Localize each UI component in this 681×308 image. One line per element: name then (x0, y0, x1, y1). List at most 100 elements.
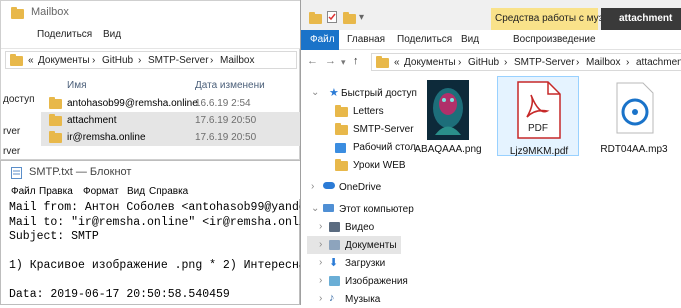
breadcrumb-github[interactable]: GitHub (102, 55, 133, 66)
nav-label: Видео (345, 222, 375, 233)
breadcrumb-sep: › (504, 57, 508, 68)
breadcrumb-overflow[interactable]: « (394, 57, 400, 68)
breadcrumb-sep: › (92, 55, 96, 66)
file-row-attachment[interactable]: attachment 17.6.19 20:50 (41, 112, 301, 129)
menu-format[interactable]: Формат (83, 186, 119, 197)
nav-video[interactable]: › Видео (307, 218, 401, 236)
chevron-right-icon[interactable]: › (319, 257, 322, 268)
navigation-pane: ⌄ ★ Быстрый доступ Letters SMTP-Server Р… (301, 76, 417, 308)
new-folder-icon[interactable] (343, 12, 356, 24)
notepad-titlebar[interactable]: SMTP.txt — Блокнот (1, 161, 301, 183)
properties-icon[interactable] (327, 11, 337, 23)
pdf-badge: PDF (528, 123, 548, 134)
nav-label: Документы (345, 240, 397, 251)
column-name-header[interactable]: Имя (67, 80, 86, 91)
attachment-titlebar[interactable]: ▾ Средства работы с музыкой attachment (301, 0, 681, 30)
folder-icon (49, 131, 62, 143)
folder-icon (335, 123, 348, 135)
file-tile-png[interactable]: ABAQAAA.png (407, 78, 489, 158)
nav-label: Уроки WEB (353, 160, 406, 171)
nav-onedrive[interactable]: › OneDrive (307, 178, 401, 196)
file-name: Ljz9MKM.pdf (509, 146, 569, 157)
menu-file[interactable]: Файл (11, 186, 36, 197)
menu-view[interactable]: Вид (127, 186, 145, 197)
breadcrumb-sep: › (458, 57, 462, 68)
breadcrumb-sep: › (576, 57, 580, 68)
nav-music[interactable]: › ♪ Музыка (307, 290, 401, 308)
chevron-right-icon[interactable]: › (319, 293, 322, 304)
desktop-icon (335, 143, 346, 153)
breadcrumb-attachment[interactable]: attachment (636, 57, 681, 68)
file-row[interactable]: antohasob99@remsha.online 16.6.19 2:54 (41, 95, 301, 112)
folder-icon (376, 56, 389, 68)
notepad-icon (11, 167, 22, 179)
file-row-name: attachment (67, 115, 117, 126)
folder-icon (309, 12, 322, 24)
nav-quick-access[interactable]: ⌄ ★ Быстрый доступ (307, 84, 417, 102)
breadcrumb-sep: › (138, 55, 142, 66)
tab-playback[interactable]: Воспроизведение (513, 34, 596, 45)
nav-letters[interactable]: Letters (307, 102, 401, 120)
folder-icon (335, 159, 348, 171)
file-row[interactable]: ir@remsha.online 17.6.19 20:50 (41, 129, 301, 146)
chevron-down-icon[interactable]: ⌄ (311, 203, 319, 214)
nav-web-lessons[interactable]: Уроки WEB (307, 156, 406, 174)
chevron-right-icon[interactable]: › (319, 275, 322, 286)
breadcrumb-smtp-server[interactable]: SMTP-Server (514, 57, 575, 68)
chevron-down-icon[interactable]: ⌄ (311, 87, 319, 98)
recent-dropdown-icon[interactable]: ▾ (341, 57, 346, 68)
nav-documents[interactable]: › Документы (307, 236, 401, 254)
breadcrumb-documents[interactable]: Документы (404, 57, 456, 68)
menu-edit[interactable]: Правка (39, 186, 73, 197)
file-tile-pdf[interactable]: PDF Ljz9MKM.pdf (497, 76, 579, 157)
nav-label: Изображения (345, 276, 408, 287)
nav-label: Музыка (345, 294, 381, 305)
tab-share[interactable]: Поделиться (37, 29, 92, 40)
breadcrumb-overflow[interactable]: « (28, 55, 34, 66)
mailbox-address-bar[interactable]: « Документы › GitHub › SMTP-Server › Mai… (5, 51, 297, 69)
breadcrumb-github[interactable]: GitHub (468, 57, 499, 68)
up-arrow-icon[interactable]: ↑ (353, 55, 359, 67)
audio-icon (616, 82, 654, 134)
nav-desktop[interactable]: Рабочий стол (307, 138, 416, 156)
back-arrow-icon[interactable]: ← (307, 55, 318, 67)
menu-help[interactable]: Справка (149, 186, 188, 197)
chevron-right-icon[interactable]: › (319, 239, 322, 250)
breadcrumb-smtp-server[interactable]: SMTP-Server (148, 55, 209, 66)
tab-home[interactable]: Главная (347, 34, 385, 45)
cloud-icon (323, 182, 335, 189)
nav-item-partial[interactable]: доступ (3, 94, 35, 105)
column-date-header[interactable]: Дата изменени (195, 80, 265, 91)
mailbox-titlebar[interactable]: Mailbox (1, 1, 301, 23)
tab-share[interactable]: Поделиться (397, 34, 452, 45)
file-name: ABAQAAA.png (414, 144, 482, 155)
address-bar[interactable]: « Документы › GitHub › SMTP-Server › Mai… (371, 53, 681, 71)
folder-icon (49, 97, 62, 109)
nav-label: Letters (353, 106, 384, 117)
nav-item-partial[interactable]: rver (3, 146, 20, 157)
file-row-name: antohasob99@remsha.online (67, 98, 198, 109)
file-name: RDT04AA.mp3 (600, 144, 668, 155)
nav-item-partial[interactable]: rver (3, 126, 20, 137)
quick-access-dropdown-icon[interactable]: ▾ (359, 12, 364, 23)
breadcrumb-documents[interactable]: Документы (38, 55, 90, 66)
chevron-right-icon[interactable]: › (311, 181, 314, 192)
attachment-window: ▾ Средства работы с музыкой attachment Ф… (300, 0, 681, 305)
tab-view[interactable]: Вид (461, 34, 479, 45)
breadcrumb-mailbox[interactable]: Mailbox (220, 55, 254, 66)
chevron-right-icon[interactable]: › (319, 221, 322, 232)
tab-file[interactable]: Файл (301, 30, 339, 50)
nav-this-pc[interactable]: ⌄ Этот компьютер (307, 200, 414, 218)
nav-smtp-server[interactable]: SMTP-Server (307, 120, 414, 138)
mailbox-title: Mailbox (31, 6, 69, 18)
tab-view[interactable]: Вид (103, 29, 121, 40)
nav-label: Быстрый доступ (341, 88, 417, 99)
window-title: attachment (619, 13, 673, 24)
breadcrumb-mailbox[interactable]: Mailbox (586, 57, 620, 68)
star-icon: ★ (329, 87, 339, 99)
forward-arrow-icon[interactable]: → (325, 55, 336, 67)
nav-downloads[interactable]: › ⬇ Загрузки (307, 254, 401, 272)
nav-label: SMTP-Server (353, 124, 414, 135)
file-tile-mp3[interactable]: RDT04AA.mp3 (593, 78, 675, 158)
nav-images[interactable]: › Изображения (307, 272, 408, 290)
